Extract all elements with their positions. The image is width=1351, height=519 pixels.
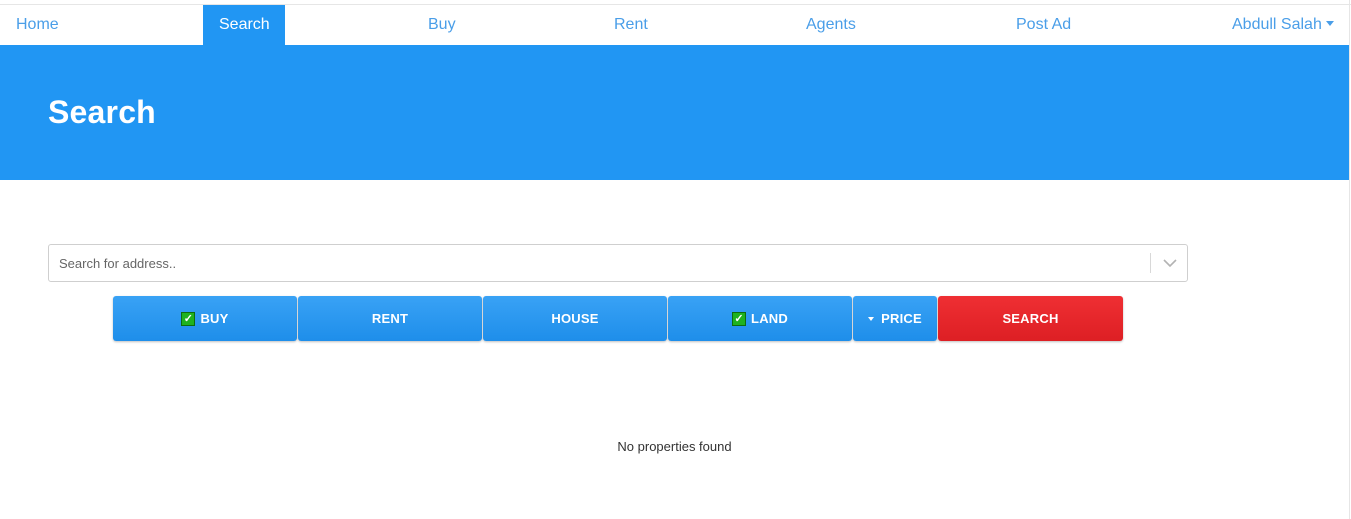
nav-home[interactable]: Home	[16, 5, 59, 45]
nav-post-ad[interactable]: Post Ad	[1016, 5, 1071, 45]
chevron-down-icon	[1163, 258, 1177, 267]
filter-price-label: PRICE	[881, 311, 922, 326]
page-title: Search	[48, 94, 156, 130]
filter-rent-label: RENT	[371, 311, 409, 326]
top-navbar: Home Search Buy Rent Agents Post Ad Abdu…	[0, 5, 1349, 45]
nav-buy[interactable]: Buy	[428, 5, 456, 45]
empty-results-message: No properties found	[617, 439, 732, 454]
caret-down-icon	[868, 316, 875, 321]
search-input[interactable]	[59, 245, 1139, 281]
filter-house-button[interactable]: HOUSE	[483, 296, 667, 341]
nav-search[interactable]: Search	[203, 5, 285, 45]
filter-house-label: HOUSE	[551, 311, 599, 326]
search-dropdown-toggle[interactable]	[1153, 245, 1187, 281]
filter-land-button[interactable]: ✓ LAND	[668, 296, 852, 341]
right-border	[1349, 0, 1350, 519]
search-button-label: SEARCH	[1002, 311, 1059, 326]
check-icon: ✓	[181, 311, 196, 326]
page-header: Search	[0, 45, 1349, 180]
user-menu[interactable]: Abdull Salah	[1232, 5, 1334, 45]
nav-agents[interactable]: Agents	[806, 5, 856, 45]
filter-price-button[interactable]: PRICE	[853, 296, 937, 341]
filter-land-label: LAND	[751, 311, 788, 326]
check-icon: ✓	[732, 311, 747, 326]
filter-rent-button[interactable]: RENT	[298, 296, 482, 341]
filter-buy-button[interactable]: ✓ BUY	[113, 296, 297, 341]
search-button[interactable]: SEARCH	[938, 296, 1123, 341]
nav-rent[interactable]: Rent	[614, 5, 648, 45]
filter-buy-label: BUY	[200, 311, 229, 326]
address-search	[48, 244, 1188, 282]
search-separator	[1150, 253, 1151, 273]
caret-down-icon	[1325, 21, 1334, 27]
user-name: Abdull Salah	[1232, 16, 1322, 33]
